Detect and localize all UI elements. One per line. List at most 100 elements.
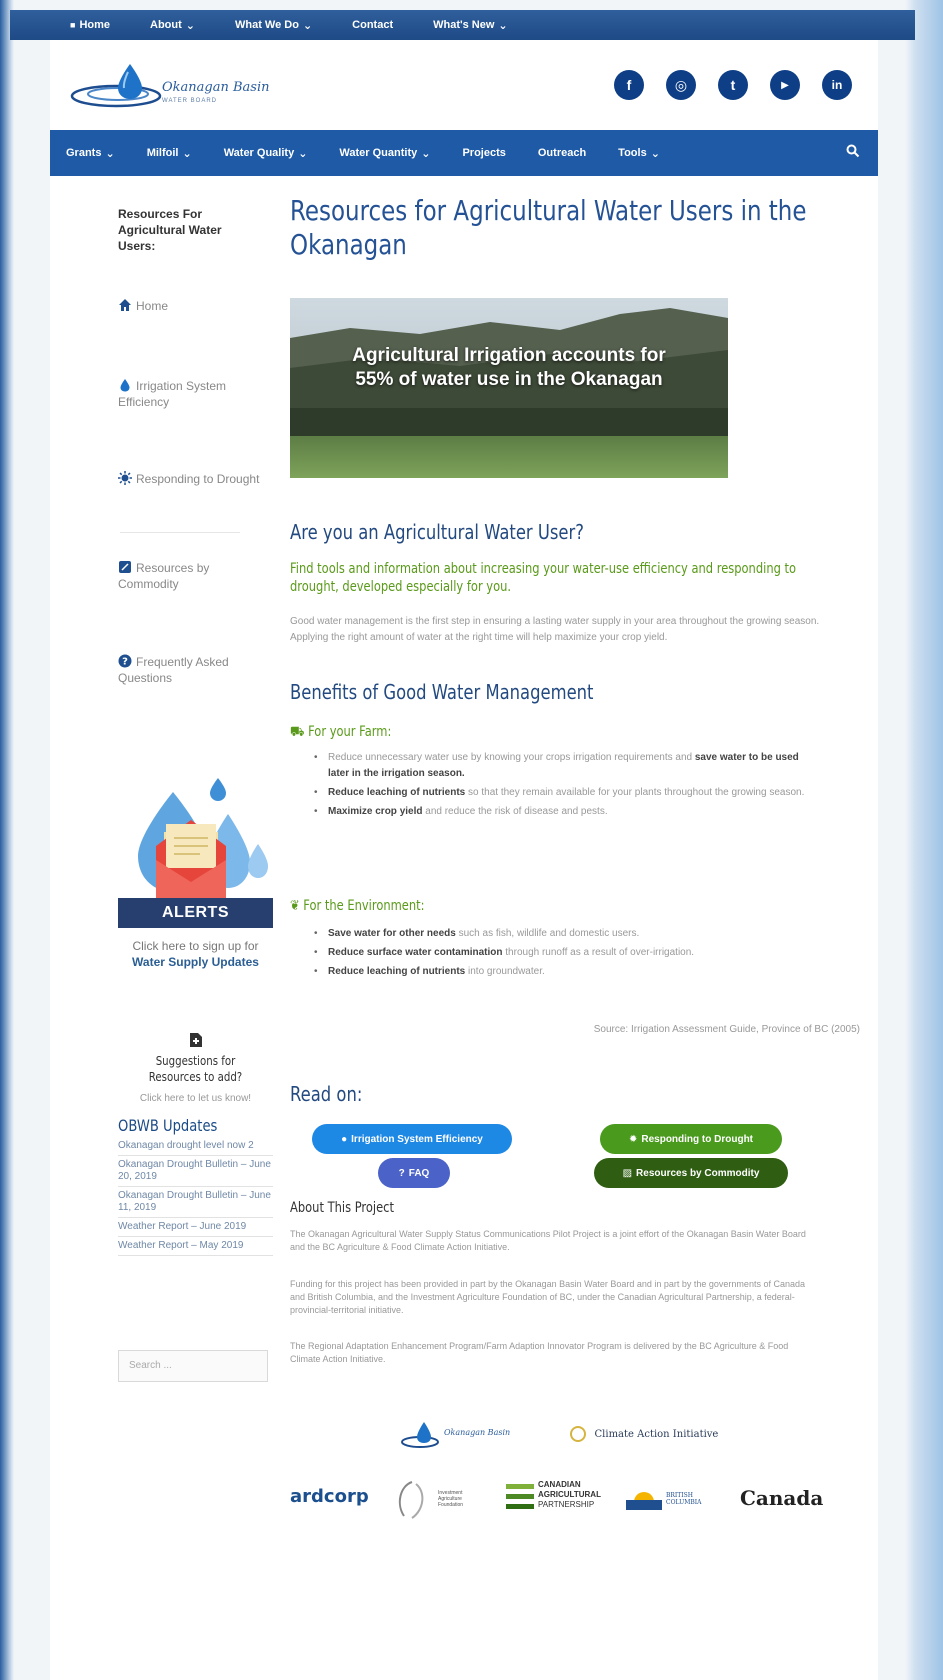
nav-tools[interactable]: Tools ⌄ (618, 147, 660, 160)
suggest-title: Suggestions for Resources to add? (148, 1054, 243, 1084)
suggest-link[interactable]: Click here to let us know! (118, 1093, 273, 1104)
list-item: Reduce unnecessary water use by knowing … (314, 750, 814, 782)
signup-text[interactable]: Click here to sign up for Water Supply U… (118, 938, 273, 970)
nav-outreach[interactable]: Outreach (538, 147, 586, 159)
irrigation-button[interactable]: ● Irrigation System Efficiency (312, 1124, 512, 1154)
top-nav-about[interactable]: About ⌄ (150, 19, 195, 32)
sidebar: Resources For Agricultural Water Users: … (118, 206, 273, 1382)
chevron-down-icon: ⌄ (302, 19, 313, 32)
obwb-sponsor-logo[interactable]: Okanagan Basin (400, 1420, 530, 1454)
canada-wordmark[interactable]: Canada (740, 1486, 823, 1510)
faq-button[interactable]: ? FAQ (378, 1158, 450, 1188)
home-icon: ■ (70, 20, 76, 30)
climate-action-logo[interactable]: Climate Action Initiative (570, 1426, 770, 1442)
intro-paragraph: Good water management is the first step … (290, 616, 820, 643)
sun-icon: ✹ (628, 1133, 638, 1145)
suggestions-block: Suggestions for Resources to add? Click … (118, 1032, 273, 1104)
water-drop-icon (118, 378, 132, 392)
logo-name: Okanagan Basin (162, 80, 270, 95)
sidebar-item-commodity[interactable]: Resources by Commodity (118, 560, 268, 592)
search-input[interactable]: Search ... (118, 1350, 268, 1382)
nav-water-quantity[interactable]: Water Quantity ⌄ (339, 147, 430, 160)
alerts-banner[interactable]: ALERTS (118, 774, 273, 928)
environment-heading: ❦ For the Environment: (290, 898, 425, 914)
nav-projects[interactable]: Projects (462, 147, 505, 159)
cap-logo[interactable]: CANADIAN AGRICULTURAL PARTNERSHIP (506, 1478, 606, 1522)
tractor-icon: ⛟ (290, 724, 305, 740)
alerts-label: ALERTS (118, 898, 273, 928)
sponsor-logos: Okanagan Basin Climate Action Initiative… (290, 1412, 830, 1542)
logo-sub: WATER BOARD (162, 98, 218, 104)
question-icon: ? (118, 654, 132, 668)
update-item[interactable]: Okanagan drought level now 2 (118, 1137, 273, 1156)
water-supply-updates-link[interactable]: Water Supply Updates (132, 955, 259, 969)
top-nav-what-we-do[interactable]: What We Do ⌄ (235, 19, 312, 32)
instagram-icon[interactable]: ◎ (666, 70, 696, 100)
bc-logo[interactable]: BRITISH COLUMBIA (626, 1486, 716, 1516)
update-item[interactable]: Okanagan Drought Bulletin – June 20, 201… (118, 1156, 273, 1187)
chevron-down-icon: ⌄ (185, 19, 195, 32)
commodity-icon: ▨ (622, 1167, 633, 1179)
nav-grants[interactable]: Grants ⌄ (66, 147, 115, 160)
farm-heading: ⛟ For your Farm: (290, 724, 392, 740)
svg-text:?: ? (122, 657, 128, 668)
hero-banner: Agricultural Irrigation accounts for 55%… (290, 298, 728, 478)
nav-water-quality[interactable]: Water Quality ⌄ (224, 147, 308, 160)
top-nav: ■ Home About ⌄ What We Do ⌄ Contact What… (10, 10, 915, 40)
drought-button[interactable]: ✹ Responding to Drought (600, 1124, 782, 1154)
alerts-envelope-icon (138, 778, 268, 898)
chevron-down-icon: ⌄ (105, 147, 115, 160)
heading-benefits: Benefits of Good Water Management (290, 680, 594, 704)
site-header: Okanagan Basin WATER BOARD f ◎ t ▶ in (50, 40, 878, 130)
commodity-button[interactable]: ▨ Resources by Commodity (594, 1158, 788, 1188)
leaf-icon: ❦ (290, 898, 300, 914)
updates-title: OBWB Updates (118, 1116, 218, 1135)
about-paragraph-2: Funding for this project has been provid… (290, 1279, 805, 1315)
heading-water-user: Are you an Agricultural Water User? (290, 520, 584, 544)
sidebar-item-home[interactable]: Home (118, 298, 168, 314)
cap-stripe (506, 1504, 534, 1509)
source-citation: Source: Irrigation Assessment Guide, Pro… (593, 1024, 860, 1035)
sidebar-item-faq[interactable]: ? Frequently Asked Questions (118, 654, 268, 686)
list-item: Maximize crop yield and reduce the risk … (314, 804, 814, 820)
top-nav-contact[interactable]: Contact (352, 19, 393, 31)
climate-logo-icon (570, 1426, 586, 1442)
nav-milfoil[interactable]: Milfoil ⌄ (147, 147, 192, 160)
top-nav-home[interactable]: ■ Home (70, 19, 110, 31)
iaf-logo[interactable]: Investment Agriculture Foundation (390, 1478, 486, 1522)
cap-stripe (506, 1494, 534, 1499)
list-item: Reduce leaching of nutrients into ground… (314, 964, 814, 980)
commodity-icon (118, 560, 132, 574)
sidebar-item-irrigation[interactable]: Irrigation System Efficiency (118, 378, 268, 410)
twitter-icon[interactable]: t (718, 70, 748, 100)
page-title: Resources for Agricultural Water Users i… (290, 194, 807, 261)
search-icon[interactable] (846, 144, 860, 158)
iaf-swirl-icon (398, 1481, 424, 1519)
youtube-icon[interactable]: ▶ (770, 70, 800, 100)
update-item[interactable]: Weather Report – June 2019 (118, 1218, 273, 1237)
bc-sun-icon (626, 1492, 662, 1510)
ardcorp-logo[interactable]: ardcorp (290, 1486, 369, 1507)
chevron-down-icon: ⌄ (182, 147, 192, 160)
sun-icon (118, 471, 132, 485)
obwb-updates: OBWB Updates Okanagan drought level now … (118, 1116, 273, 1256)
list-item: Reduce leaching of nutrients so that the… (314, 785, 814, 801)
home-icon (118, 298, 132, 312)
cap-stripe (506, 1484, 534, 1489)
facebook-icon[interactable]: f (614, 70, 644, 100)
top-nav-whats-new[interactable]: What's New ⌄ (433, 19, 508, 32)
add-file-icon (189, 1033, 202, 1047)
linkedin-icon[interactable]: in (822, 70, 852, 100)
about-title: About This Project (290, 1200, 394, 1216)
update-item[interactable]: Weather Report – May 2019 (118, 1237, 273, 1256)
update-item[interactable]: Okanagan Drought Bulletin – June 11, 201… (118, 1187, 273, 1218)
sidebar-item-drought[interactable]: Responding to Drought (118, 471, 268, 487)
water-drop-icon: ● (341, 1133, 348, 1145)
obwb-logo[interactable]: Okanagan Basin WATER BOARD (70, 58, 270, 114)
hero-text: Agricultural Irrigation accounts for 55%… (352, 345, 666, 390)
main-nav: Grants ⌄ Milfoil ⌄ Water Quality ⌄ Water Qu… (50, 130, 878, 176)
farm-benefits-list: Reduce unnecessary water use by knowing … (314, 750, 814, 823)
sidebar-title: Resources For Agricultural Water Users: (118, 207, 222, 253)
chevron-down-icon: ⌄ (650, 147, 660, 160)
social-links: f ◎ t ▶ in (614, 70, 852, 100)
